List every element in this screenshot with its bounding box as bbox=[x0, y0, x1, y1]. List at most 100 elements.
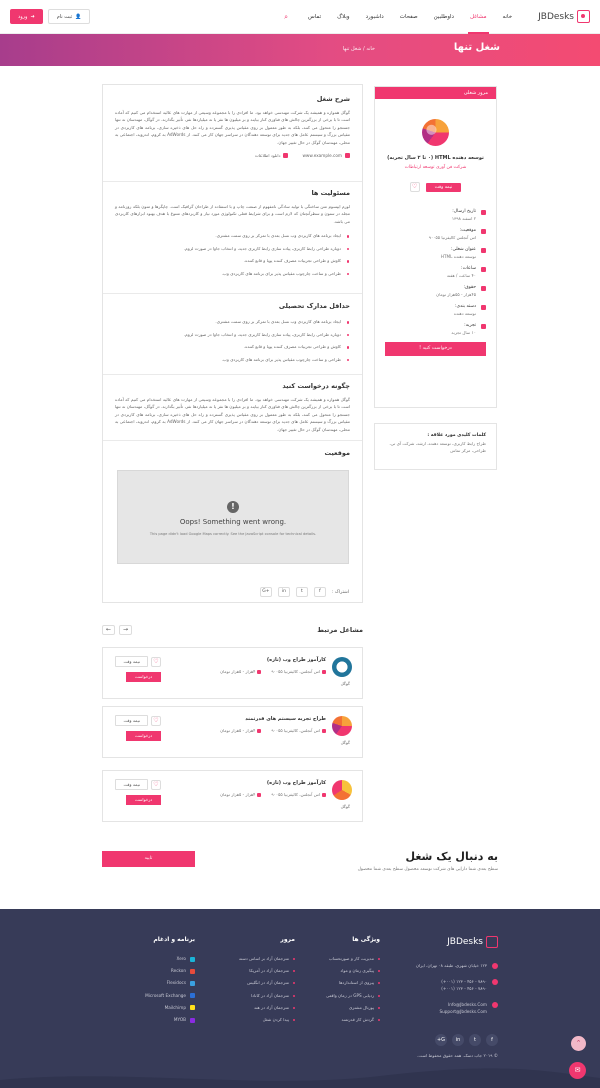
info-value: ۴۵هزار - ۵۵هزار تومان bbox=[436, 292, 476, 297]
facebook-icon[interactable]: f bbox=[313, 587, 326, 597]
footer-social: f t in G+ bbox=[435, 1034, 498, 1046]
divider bbox=[103, 181, 362, 182]
related-job-card[interactable]: گوگل کارآموز طراح وب (تازه) اس آنجلس، کا… bbox=[102, 647, 363, 699]
breadcrumb-home[interactable]: خانه bbox=[366, 46, 375, 52]
footer-link[interactable]: مترجمان آزاد در کانادا bbox=[239, 990, 296, 1002]
footer-email-2[interactable]: Support@Jbdesks.Com bbox=[439, 1008, 487, 1015]
list-item: دوباره طراحی رابط کاربری، پیاده سازی راب… bbox=[115, 243, 350, 256]
phone-icon bbox=[492, 979, 498, 985]
overview-header: مرور شغلی bbox=[375, 87, 496, 99]
footer-link[interactable]: مترجمان آزاد در انگلیس bbox=[239, 977, 296, 989]
scroll-to-top-icon[interactable]: ⌃ bbox=[571, 1036, 586, 1051]
info-label: عنوان شغلی: bbox=[450, 247, 476, 252]
microsoft-exchange-icon bbox=[190, 993, 195, 999]
nav-blog[interactable]: وبلاگ bbox=[329, 0, 357, 34]
linkedin-icon[interactable]: in bbox=[452, 1034, 464, 1046]
heart-icon[interactable]: ♡ bbox=[151, 656, 161, 667]
job-title[interactable]: کارآموز طراح وب (تازه) bbox=[267, 780, 326, 786]
job-description-text: گوگل همواره و همیشه یک شرکت مهندسی خواهد… bbox=[115, 110, 350, 145]
job-company: گوگل bbox=[340, 804, 350, 809]
top-navbar: JBDesks خانه مشاغل داوطلبین صفحات داشبور… bbox=[0, 0, 600, 34]
footer-link[interactable]: مترجمان آزاد بر اساس دسته bbox=[239, 953, 296, 965]
main-nav: خانه مشاغل داوطلبین صفحات داشبورد وبلاگ … bbox=[276, 0, 520, 34]
nav-candidates[interactable]: داوطلبین bbox=[426, 0, 462, 34]
twitter-icon[interactable]: t bbox=[469, 1034, 481, 1046]
apply-button[interactable]: درخواست bbox=[126, 731, 161, 741]
footer-link[interactable]: مترجمان آزاد در هند bbox=[239, 1002, 296, 1014]
app-name: Xero bbox=[176, 956, 186, 961]
info-label: دسته بندی: bbox=[455, 304, 476, 309]
footer-app-link[interactable]: Flexidocs bbox=[145, 977, 195, 989]
google-plus-icon[interactable]: G+ bbox=[259, 587, 272, 597]
map-embed[interactable]: ! Oops! Something went wrong. This page … bbox=[117, 470, 349, 564]
location-section: موقعیت bbox=[103, 449, 362, 463]
list-item: طراحی و ساخت چارچوب مقیاس پذیر برای برنا… bbox=[115, 354, 350, 367]
footer-logo-text: JBDesks bbox=[447, 937, 483, 947]
info-label: موقعیت: bbox=[459, 228, 476, 233]
education-section: حداقل مدارک تحصیلی ایجاد برنامه های کارب… bbox=[103, 302, 362, 366]
related-jobs-header: مشاغل مرتبط ← → bbox=[102, 625, 363, 635]
apply-button[interactable]: درخواست bbox=[126, 795, 161, 805]
category-icon bbox=[481, 305, 486, 310]
site-logo[interactable]: JBDesks bbox=[538, 10, 590, 23]
info-value: ۴۰ ساعت / هفته bbox=[446, 273, 476, 278]
section-title: مسئولیت ها bbox=[311, 189, 350, 197]
related-job-card[interactable]: گوگل کارآموز طراح وب (تازه) اس آنجلس، کا… bbox=[102, 770, 363, 822]
download-info-link[interactable]: دانلود اطلاعات bbox=[255, 153, 289, 158]
info-item: دسته بندی: توسعه دهنده bbox=[385, 304, 486, 316]
footer-app-link[interactable]: Mailchimp bbox=[145, 1002, 195, 1014]
nav-dashboard[interactable]: داشبورد bbox=[358, 0, 392, 34]
footer-app-link[interactable]: Xero bbox=[145, 953, 195, 965]
heart-icon[interactable]: ♡ bbox=[151, 715, 161, 726]
nav-jobs[interactable]: مشاغل bbox=[462, 0, 495, 34]
footer-link[interactable]: پیدا کردن شغل bbox=[239, 1014, 296, 1026]
login-button[interactable]: ➜ ورود bbox=[10, 9, 43, 24]
apply-button[interactable]: درخواست bbox=[126, 672, 161, 682]
footer: JBDesks ۱۲۳ خیابان شهری، طبقه ۰۸ تهران، … bbox=[0, 909, 600, 1088]
nav-pages[interactable]: صفحات bbox=[392, 0, 426, 34]
footer-app-link[interactable]: Microsoft Exchange bbox=[145, 990, 195, 1002]
register-button[interactable]: 👤 ثبت نام bbox=[47, 9, 91, 24]
search-icon[interactable]: ⌕ bbox=[276, 0, 296, 34]
job-title[interactable]: طراح تجربه سیستم های قدرتمند bbox=[245, 716, 326, 722]
nav-home[interactable]: خانه bbox=[495, 0, 521, 34]
cta-title: به دنبال یک شغل bbox=[405, 850, 498, 863]
breadcrumb-current: شغل تنها bbox=[342, 46, 362, 52]
facebook-icon[interactable]: f bbox=[486, 1034, 498, 1046]
footer-link[interactable]: پیروی از استانداردها bbox=[326, 977, 380, 989]
footer-link[interactable]: گردش کار قدرتمند bbox=[326, 1014, 380, 1026]
chat-icon[interactable]: ✉ bbox=[569, 1062, 586, 1079]
company-name[interactable]: شرکت فن آوری توسعه ارتباطات bbox=[375, 165, 496, 170]
footer-link[interactable]: مترجمان آزاد در آمریکا bbox=[239, 965, 296, 977]
cta-button[interactable]: تایید bbox=[102, 851, 195, 867]
heart-icon[interactable]: ♡ bbox=[151, 779, 161, 790]
prev-arrow-icon[interactable]: ← bbox=[102, 625, 115, 635]
twitter-icon[interactable]: t bbox=[295, 587, 308, 597]
myob-icon bbox=[190, 1017, 195, 1023]
related-job-card[interactable]: گوگل طراح تجربه سیستم های قدرتمند اس آنج… bbox=[102, 706, 363, 758]
play-logo bbox=[332, 780, 352, 800]
flexidocs-icon bbox=[190, 981, 195, 986]
cta-subtitle: سطح بعدی شما دارایی های شرکت توسعه محصول… bbox=[357, 867, 498, 872]
website-link[interactable]: www.example.com bbox=[302, 153, 350, 158]
footer-link[interactable]: پیگیری زمان و مواد bbox=[326, 965, 380, 977]
footer-link[interactable]: مدیریت کار و صورتحساب bbox=[326, 953, 380, 965]
footer-col-title: ویژگی ها bbox=[352, 936, 380, 943]
section-title: موقعیت bbox=[324, 449, 350, 457]
job-title[interactable]: کارآموز طراح وب (تازه) bbox=[267, 657, 326, 663]
apply-now-button[interactable]: درخواست کنید ! bbox=[385, 342, 486, 356]
footer-app-link[interactable]: Reckon bbox=[145, 965, 195, 977]
footer-link[interactable]: ردیابی GPS در زمان واقعی bbox=[326, 990, 380, 1002]
info-value: توسعه دهنده bbox=[453, 311, 476, 316]
footer-logo[interactable]: JBDesks bbox=[447, 936, 498, 948]
footer-email[interactable]: Info@Jbdesks.Com bbox=[439, 1001, 487, 1008]
linkedin-icon[interactable]: in bbox=[277, 587, 290, 597]
google-plus-icon[interactable]: G+ bbox=[435, 1034, 447, 1046]
job-location: اس آنجلس، کالیفرنیا ۹۰۰۵۵ bbox=[271, 669, 326, 674]
footer-app-link[interactable]: MYOB bbox=[145, 1014, 195, 1026]
heart-icon[interactable]: ♡ bbox=[409, 182, 420, 192]
footer-link[interactable]: پورتال مشتری bbox=[326, 1002, 380, 1014]
share-label: اشتراک : bbox=[331, 589, 349, 595]
next-arrow-icon[interactable]: → bbox=[119, 625, 132, 635]
nav-contact[interactable]: تماس bbox=[300, 0, 329, 34]
